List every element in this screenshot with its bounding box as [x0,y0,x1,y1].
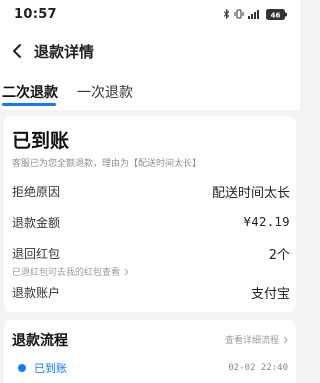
account-value: 支付宝 [250,286,290,302]
detail-row-reason: 拒绝原因 配送时间太长 [12,180,290,202]
detail-row-account: 退款账户 支付宝 [12,281,290,303]
amount-value: ¥42.19 [243,215,290,229]
nav-bar: 退款详情 [0,28,300,74]
step-label: 已到账 [34,362,67,375]
refund-process-card: 退款流程 查看详细流程 已到账 02-02 22:40 [4,320,296,383]
detail-row-amount: 退款金额 ¥42.19 [12,211,290,233]
page-title: 退款详情 [34,42,95,61]
battery-icon: 46 [266,8,287,20]
chevron-right-icon [283,336,288,343]
process-step: 已到账 02-02 22:40 [12,360,288,376]
refund-detail-screen: 10:57 46 退款详情 二次退款 一次退款 已到账 客服已为您全额退款，理由… [0,0,300,383]
chevron-left-icon [13,44,21,58]
refund-detail-card: 已到账 客服已为您全额退款，理由为【配送时间太长】 拒绝原因 配送时间太长 退款… [4,116,296,312]
tab-first-refund[interactable]: 一次退款 [77,74,133,110]
refund-status-description: 客服已为您全额退款，理由为【配送时间太长】 [12,159,202,169]
tab-label: 二次退款 [2,85,58,101]
account-label: 退款账户 [12,285,61,300]
refund-tabs: 二次退款 一次退款 [0,74,300,110]
refund-status-title: 已到账 [12,130,70,152]
reason-value: 配送时间太长 [211,185,290,201]
back-button[interactable] [6,36,28,66]
signal-icon [248,10,259,19]
battery-level: 46 [271,11,281,19]
amount-label: 退款金额 [12,215,61,230]
status-bar: 10:57 46 [0,0,300,28]
tab-active-indicator [2,103,56,106]
view-process-link[interactable]: 查看详细流程 [225,333,288,346]
bluetooth-icon [223,9,230,19]
tab-second-refund[interactable]: 二次退款 [2,74,58,110]
step-dot-icon [18,364,26,372]
vibrate-icon [234,9,244,19]
hongbao-value: 2个 [268,247,290,263]
hongbao-label: 退回红包 [12,246,61,261]
process-title: 退款流程 [12,333,68,349]
hongbao-hint-link[interactable]: 已退红包可去我的红包查看 [12,265,129,278]
detail-row-hongbao: 退回红包 2个 [12,242,290,264]
view-process-text: 查看详细流程 [224,336,279,346]
step-time: 02-02 22:40 [228,363,288,373]
reason-label: 拒绝原因 [12,184,61,199]
tab-label: 一次退款 [77,85,133,101]
status-time: 10:57 [14,6,57,22]
status-icons: 46 [223,8,288,20]
chevron-right-icon [124,268,129,275]
hongbao-hint-text: 已退红包可去我的红包查看 [12,268,121,278]
